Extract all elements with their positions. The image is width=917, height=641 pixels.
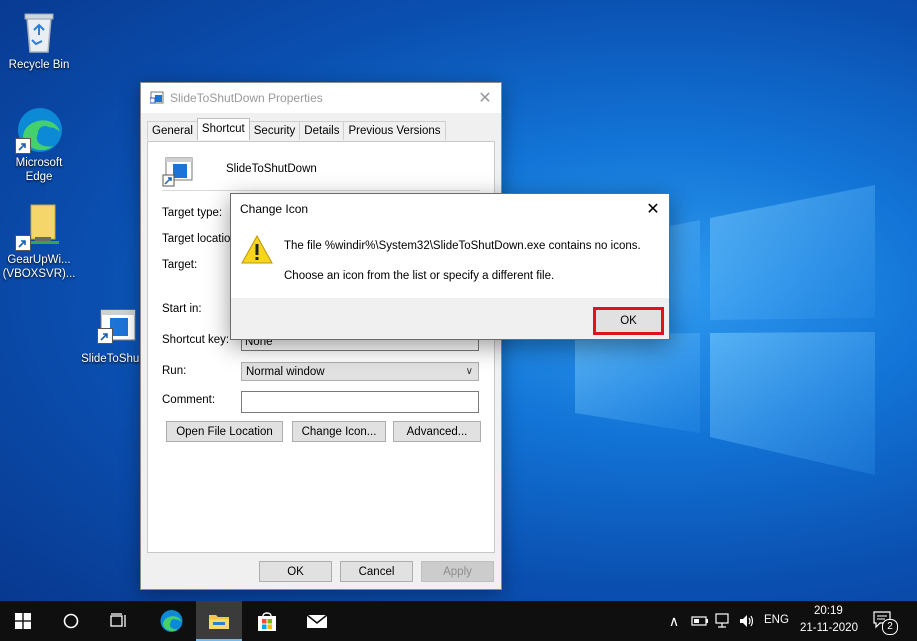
warning-icon — [241, 234, 273, 264]
change-icon-message-line2: Choose an icon from the list or specify … — [284, 270, 555, 282]
taskbar-mail[interactable] — [294, 601, 340, 641]
run-label: Run: — [162, 365, 187, 377]
change-icon-titlebar[interactable]: Change Icon ✕ — [231, 194, 669, 224]
store-bag-icon — [258, 612, 276, 631]
windows-start-icon — [15, 613, 31, 629]
volume-icon[interactable] — [738, 613, 756, 629]
change-icon-message-line1: The file %windir%\System32\SlideToShutDo… — [284, 240, 641, 252]
battery-icon[interactable] — [691, 615, 709, 627]
search-circle-icon — [63, 613, 79, 629]
desktop-icon-label-line1: Microsoft — [15, 157, 63, 169]
shortcut-key-label: Shortcut key: — [162, 334, 230, 346]
properties-titlebar[interactable]: SlideToShutDown Properties ✕ — [141, 83, 501, 113]
change-icon-button[interactable]: Change Icon... — [292, 421, 386, 442]
desktop-icon-label-line2: (VBOXSVR)... — [2, 268, 76, 280]
advanced-button[interactable]: Advanced... — [393, 421, 481, 442]
clock-time[interactable]: 20:19 — [814, 605, 843, 617]
cancel-button[interactable]: Cancel — [340, 561, 413, 582]
taskbar-edge[interactable] — [148, 601, 194, 641]
run-select-value: Normal window — [246, 366, 325, 378]
properties-tabs: General Shortcut Security Details Previo… — [147, 118, 446, 141]
properties-title: SlideToShutDown Properties — [170, 91, 323, 105]
start-button[interactable] — [0, 601, 46, 641]
tab-general[interactable]: General — [147, 121, 198, 140]
change-icon-title: Change Icon — [240, 202, 309, 216]
taskbar-store[interactable] — [244, 601, 290, 641]
folder-icon — [209, 615, 229, 629]
edge-icon — [160, 610, 183, 632]
desktop-icon-recycle-bin[interactable]: Recycle Bin — [0, 8, 78, 72]
language-indicator[interactable]: ENG — [764, 614, 789, 626]
tab-previous-versions[interactable]: Previous Versions — [343, 121, 446, 140]
open-file-location-button[interactable]: Open File Location — [166, 421, 283, 442]
change-icon-ok-button[interactable]: OK — [593, 307, 664, 335]
comment-input[interactable] — [241, 391, 479, 413]
desktop-icon-gearupwi[interactable]: GearUpWi... (VBOXSVR)... — [0, 203, 78, 281]
separator — [162, 190, 480, 191]
clock-date[interactable]: 21-11-2020 — [800, 622, 858, 634]
taskbar-file-explorer[interactable] — [196, 601, 242, 641]
notifications-button[interactable]: 2 — [872, 609, 898, 635]
window-app-icon — [91, 306, 139, 354]
desktop-icon-label: Recycle Bin — [8, 59, 70, 71]
window-app-icon — [150, 91, 164, 104]
desktop-icon-label-line1: GearUpWi... — [7, 254, 71, 266]
notification-count-badge: 2 — [882, 619, 898, 635]
desktop-icon-label-line2: Edge — [25, 171, 53, 183]
shortcut-arrow-icon — [15, 235, 31, 251]
target-location-label: Target location — [162, 233, 237, 245]
search-button[interactable] — [48, 601, 94, 641]
mail-icon — [306, 614, 328, 628]
task-view-button[interactable] — [96, 601, 142, 641]
shortcut-arrow-icon — [15, 138, 31, 154]
edge-icon — [15, 106, 63, 154]
recycle-bin-icon — [15, 8, 63, 56]
change-icon-dialog: Change Icon ✕ The file %windir%\System32… — [230, 193, 670, 340]
target-label: Target: — [162, 259, 198, 271]
close-icon[interactable]: ✕ — [637, 194, 669, 224]
ok-button[interactable]: OK — [259, 561, 332, 582]
chevron-up-icon[interactable]: ∧ — [666, 612, 682, 630]
tab-security[interactable]: Security — [248, 121, 301, 140]
shortcut-name: SlideToShutDown — [226, 163, 317, 175]
tab-details[interactable]: Details — [299, 121, 345, 140]
network-icon[interactable] — [714, 612, 732, 630]
task-view-icon — [110, 613, 126, 627]
apply-button[interactable]: Apply — [421, 561, 494, 582]
network-folder-icon — [15, 203, 63, 251]
shortcut-app-icon — [162, 157, 193, 187]
start-in-label: Start in: — [162, 303, 202, 315]
chevron-down-icon: ∨ — [465, 366, 473, 377]
taskbar: ∧ ENG 20:19 21-11-2020 2 — [0, 601, 917, 641]
run-select[interactable]: Normal window ∨ — [241, 362, 479, 381]
close-icon[interactable]: ✕ — [469, 83, 501, 113]
shortcut-arrow-icon — [97, 328, 113, 344]
desktop-icon-microsoft-edge[interactable]: Microsoft Edge — [0, 106, 78, 184]
tab-shortcut[interactable]: Shortcut — [196, 118, 250, 140]
comment-label: Comment: — [162, 394, 216, 406]
target-type-label: Target type: — [162, 207, 223, 219]
